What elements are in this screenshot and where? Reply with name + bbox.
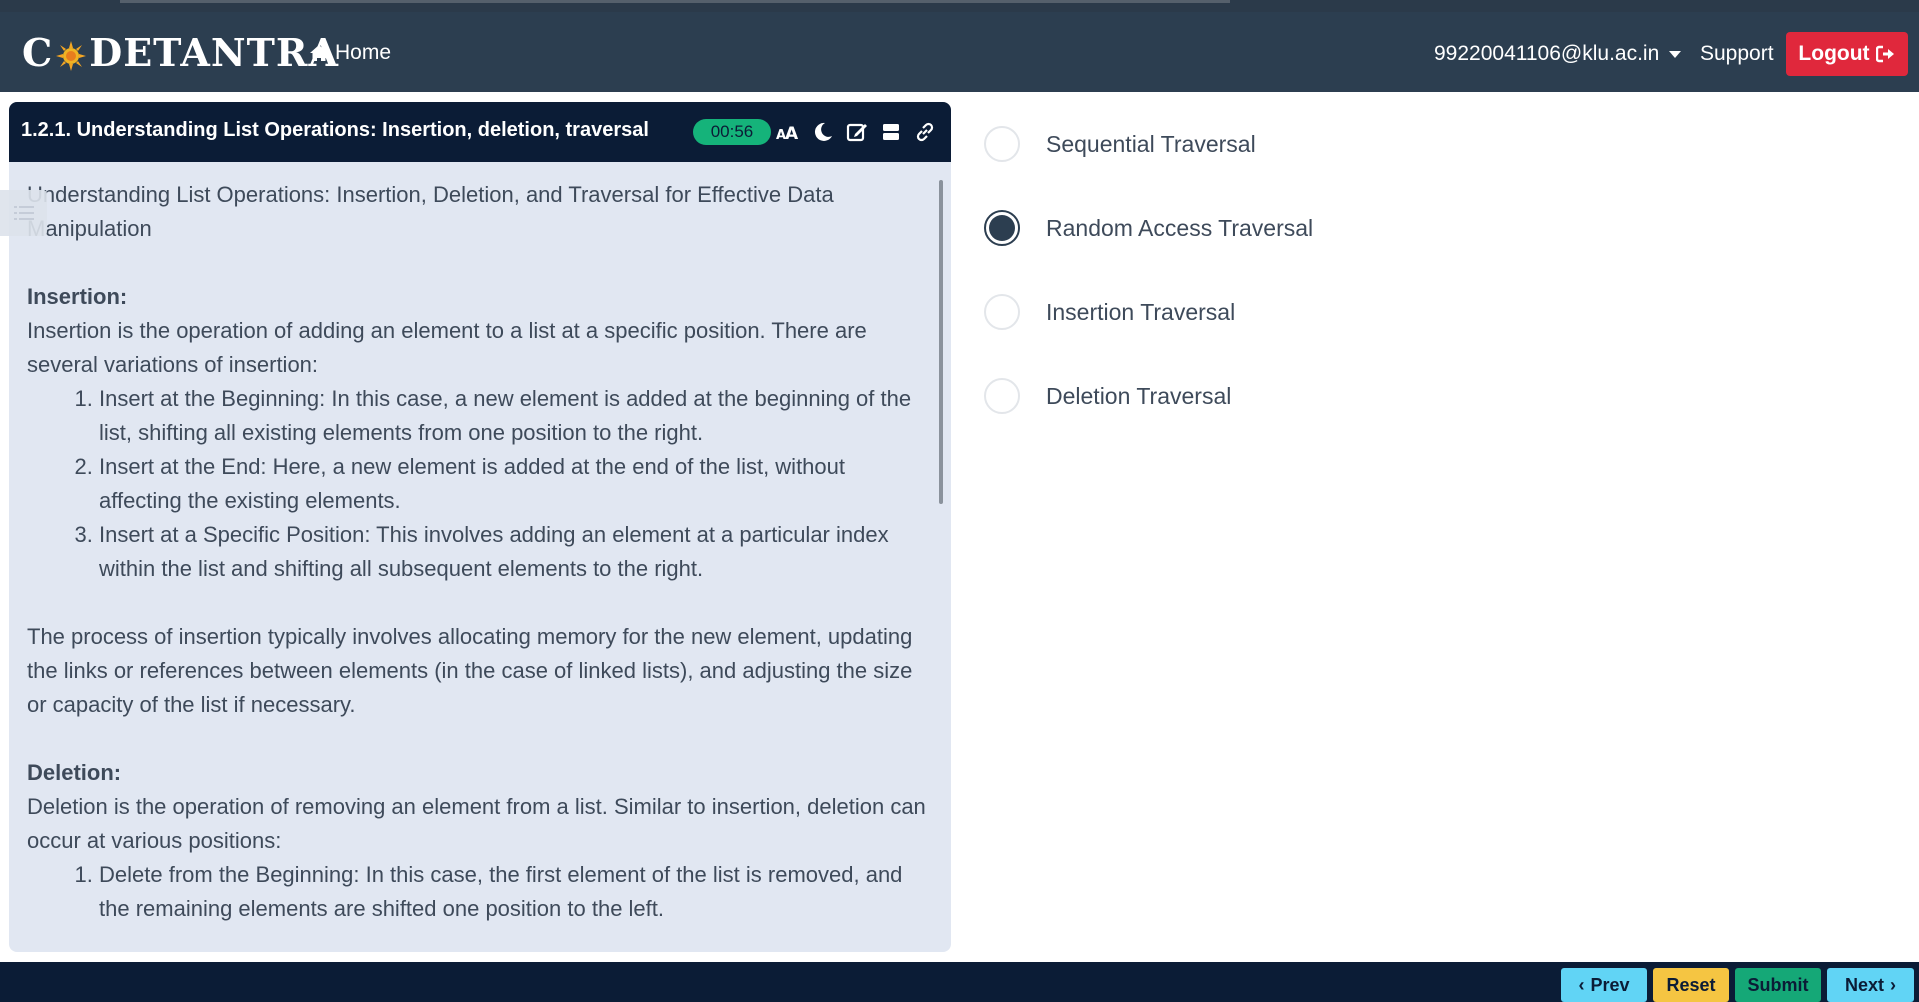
link-icon[interactable] [913,120,937,144]
side-menu-toggle[interactable] [0,190,47,236]
lesson-content: Understanding List Operations: Insertion… [27,178,933,926]
radio-button[interactable] [984,126,1020,162]
top-loading-strip [120,0,1230,3]
intro-text: Understanding List Operations: Insertion… [27,182,834,241]
home-icon [310,45,328,61]
deletion-list: Delete from the Beginning: In this case,… [27,858,933,926]
next-button[interactable]: Next › [1827,968,1914,1002]
deletion-heading: Deletion: [27,760,122,785]
page-title: 1.2.1. Understanding List Operations: In… [21,119,649,141]
top-strip [0,0,1919,12]
user-email: 99220041106@klu.ac.in [1434,42,1660,65]
radio-button[interactable] [984,210,1020,246]
codetantra-logo[interactable]: C DETANTRA [22,28,339,76]
option-deletion-traversal[interactable]: Deletion Traversal [984,376,1231,416]
logout-button[interactable]: Logout [1786,32,1908,76]
content-panel: 1.2.1. Understanding List Operations: In… [9,102,951,952]
edit-icon[interactable] [845,120,869,144]
list-item: Delete from the Beginning: In this case,… [99,858,933,926]
sign-out-icon [1875,45,1894,63]
chevron-left-icon: ‹ [1578,974,1585,995]
logo-text-right: DETANTRA [89,29,339,75]
panel-header: 1.2.1. Understanding List Operations: In… [9,102,951,162]
deletion-text: Deletion is the operation of removing an… [27,794,926,853]
prev-label: Prev [1590,974,1630,995]
reset-button[interactable]: Reset [1653,968,1729,1002]
home-link[interactable]: Home [309,40,391,66]
option-insertion-traversal[interactable]: Insertion Traversal [984,292,1235,332]
layout-icon[interactable] [879,120,903,144]
timer-badge: 00:56 [693,119,771,145]
logout-label: Logout [1798,42,1870,65]
app-header: C DETANTRA Home 99220041106@klu.ac.in Su… [0,12,1919,92]
font-size-icon[interactable]: AA [775,120,799,144]
scrollbar[interactable] [939,180,943,504]
home-label: Home [335,41,392,64]
chevron-right-icon: › [1890,974,1896,995]
list-item: Insert at a Specific Position: This invo… [99,518,933,586]
insertion-list: Insert at the Beginning: In this case, a… [27,382,933,586]
radio-button[interactable] [984,294,1020,330]
insertion-heading: Insertion: [27,284,128,309]
option-random-access-traversal[interactable]: Random Access Traversal [984,208,1313,248]
moon-icon[interactable] [811,120,835,144]
support-link[interactable]: Support [1700,40,1774,68]
footer-bar: ‹ Prev Reset Submit Next › [0,962,1919,1002]
insertion-process-text: The process of insertion typically invol… [27,624,913,717]
option-label: Sequential Traversal [1046,130,1256,157]
option-label: Insertion Traversal [1046,298,1236,325]
sun-logo-icon [55,36,87,71]
chevron-down-icon [1669,50,1682,58]
option-label: Deletion Traversal [1046,382,1232,409]
submit-button[interactable]: Submit [1735,968,1821,1002]
svg-text:A: A [785,124,799,144]
list-item: Insert at the Beginning: In this case, a… [99,382,933,450]
radio-button[interactable] [984,378,1020,414]
list-item: Insert at the End: Here, a new element i… [99,450,933,518]
next-label: Next [1844,974,1884,995]
option-sequential-traversal[interactable]: Sequential Traversal [984,124,1256,164]
list-icon [13,206,34,220]
user-dropdown[interactable]: 99220041106@klu.ac.in [1434,40,1682,68]
prev-button[interactable]: ‹ Prev [1561,968,1647,1002]
logo-text-left: C [22,29,54,75]
option-label: Random Access Traversal [1046,214,1314,241]
insertion-text: Insertion is the operation of adding an … [27,318,867,377]
